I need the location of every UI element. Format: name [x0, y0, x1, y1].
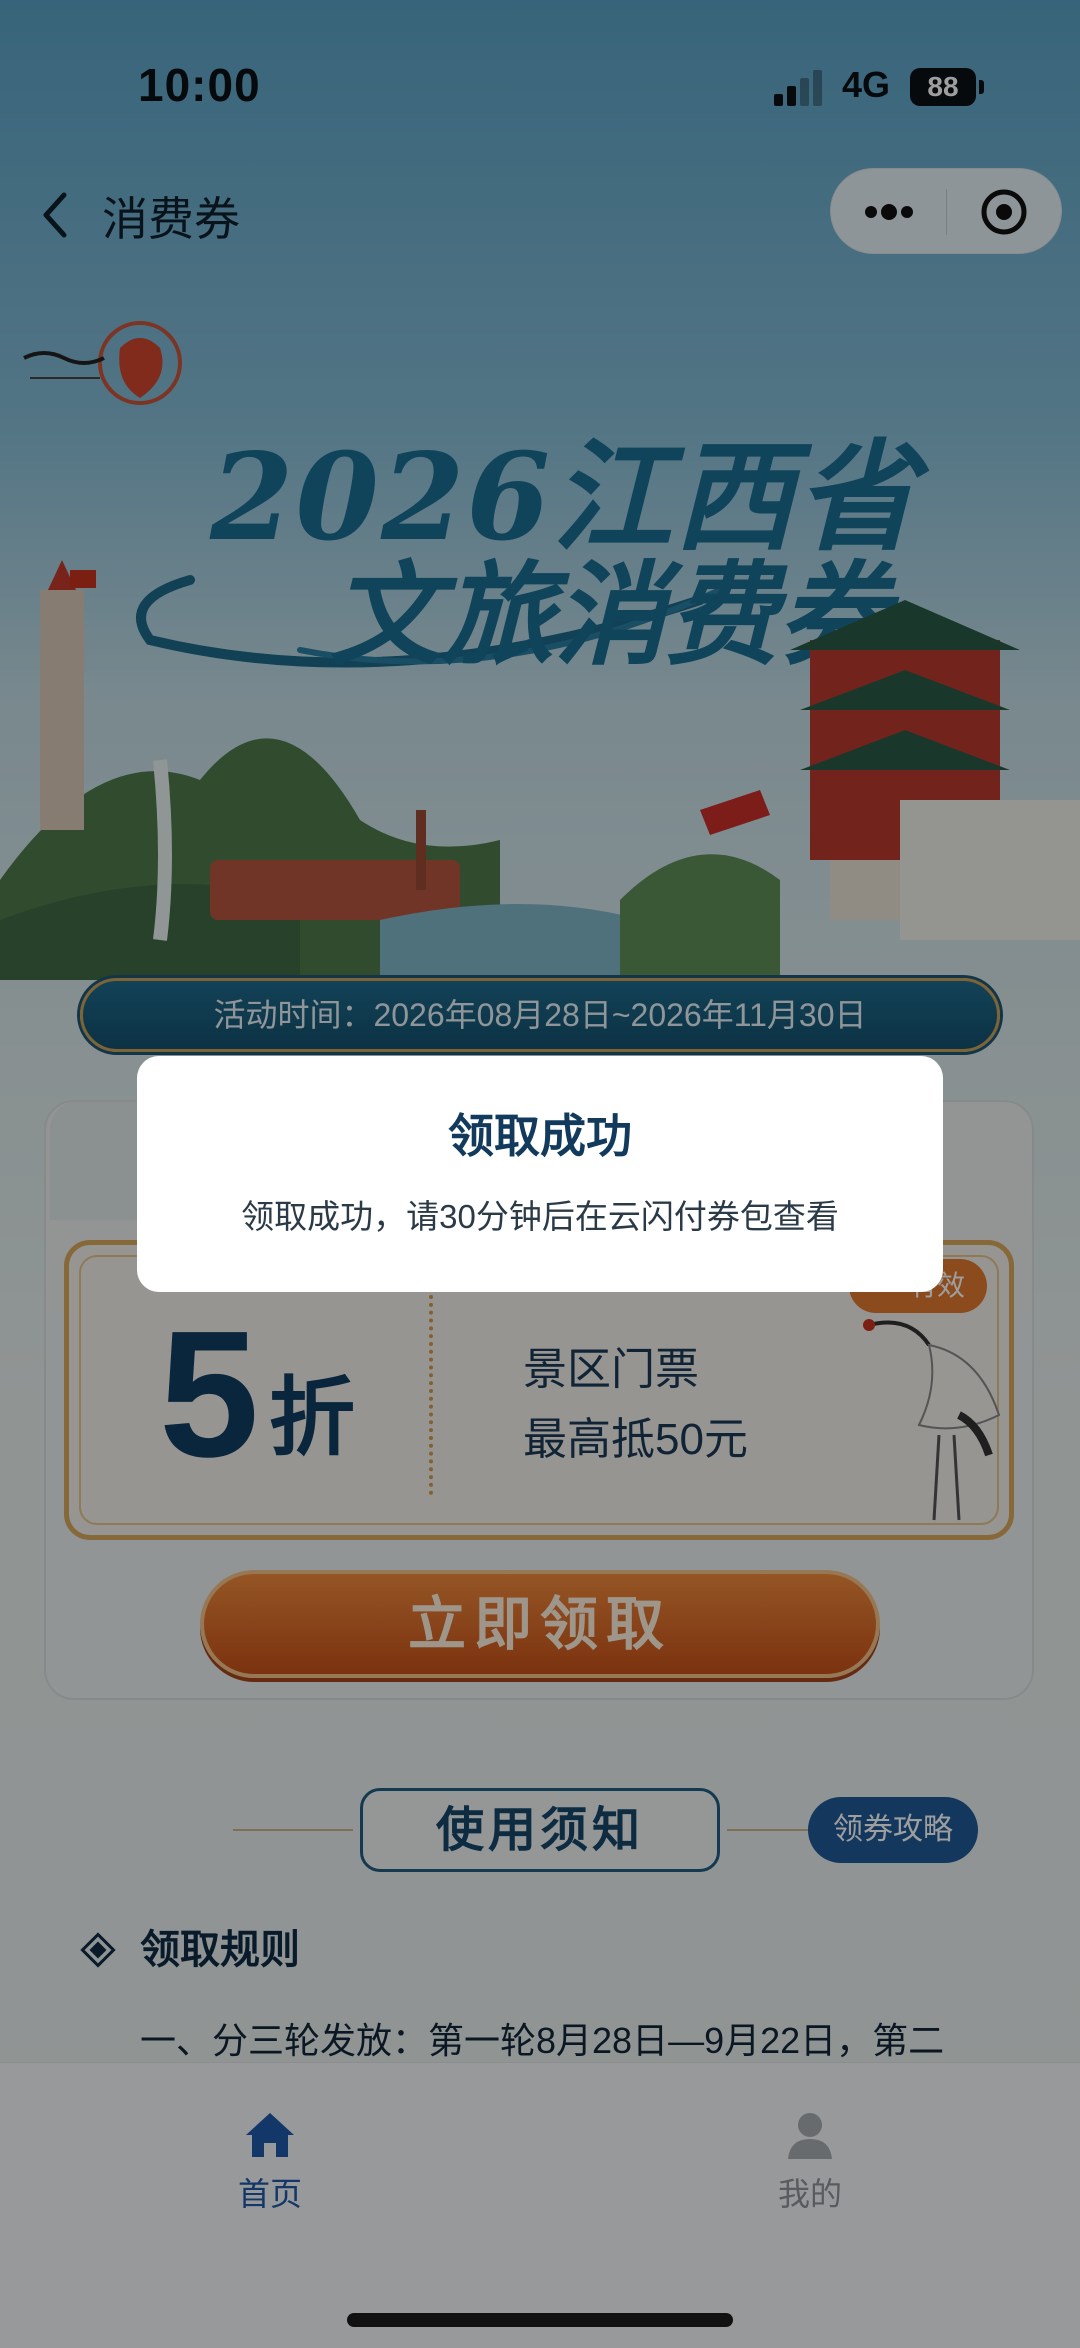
success-dialog[interactable]: 领取成功 领取成功，请30分钟后在云闪付券包查看 — [137, 1056, 943, 1292]
home-indicator[interactable] — [347, 2313, 733, 2327]
dialog-title: 领取成功 — [448, 1110, 632, 1162]
dialog-message: 领取成功，请30分钟后在云闪付券包查看 — [241, 1198, 839, 1235]
